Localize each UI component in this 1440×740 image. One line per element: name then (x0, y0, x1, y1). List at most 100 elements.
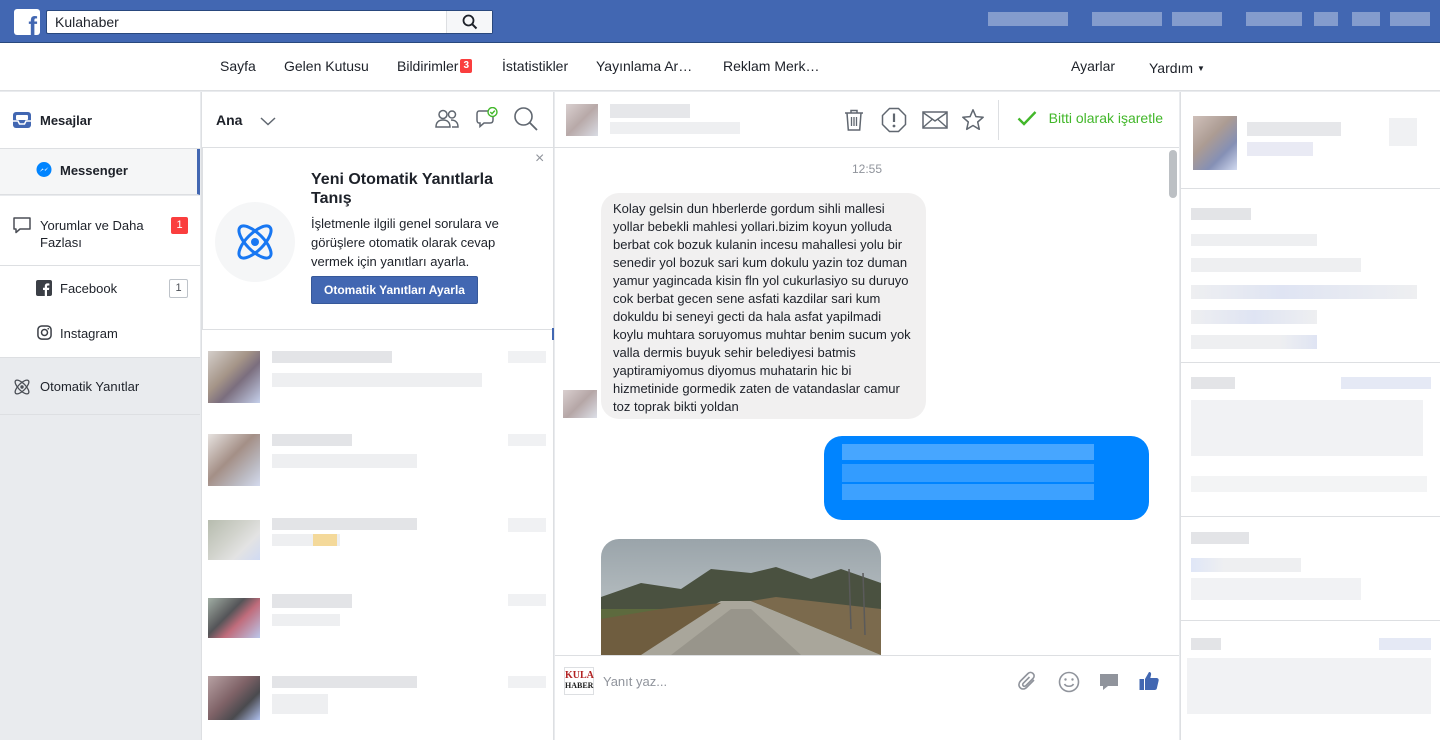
contact-profile-photo[interactable] (1193, 116, 1237, 170)
caret-down-icon: ▼ (1196, 64, 1205, 73)
close-icon[interactable]: × (535, 150, 544, 168)
contact-info-blurred (1247, 142, 1313, 156)
reply-input[interactable]: Yanıt yaz... (603, 674, 667, 689)
mark-done-button[interactable]: Bitti olarak işaretle (1017, 110, 1163, 126)
detail-link-blurred[interactable] (1191, 310, 1317, 324)
sidebar-item-label: Messenger (60, 163, 128, 178)
conversation-row[interactable] (202, 588, 554, 644)
incoming-message-bubble[interactable]: Kolay gelsin dun hberlerde gordum sihli … (601, 193, 926, 419)
outgoing-message-text-blurred (842, 444, 1094, 460)
facebook-logo-icon[interactable]: f (14, 9, 40, 35)
nav-yardim[interactable]: Yardım ▼ (1149, 60, 1205, 76)
panel-action-blurred[interactable] (1389, 118, 1417, 146)
search-input[interactable]: Kulahaber (55, 14, 119, 30)
section-heading-blurred (1191, 532, 1249, 544)
nav-istatistikler[interactable]: İstatistikler (502, 58, 568, 74)
conversation-name-blurred (272, 434, 352, 446)
sidebar-item-messenger[interactable]: Messenger (0, 149, 200, 195)
nav-bildirimler[interactable]: Bildirimler 3 (397, 58, 473, 74)
inbox-sidebar: Mesajlar Messenger Yorumlar ve Daha Fazl… (0, 92, 200, 740)
outgoing-message-text-blurred (842, 464, 1094, 482)
section-link-blurred[interactable] (1379, 638, 1431, 650)
thumbs-up-like-icon[interactable] (1138, 670, 1160, 692)
conversation-time-blurred (508, 434, 546, 446)
nav-reklam-merkezi[interactable]: Reklam Merk… (723, 58, 819, 74)
friend-requests-icon[interactable] (1246, 12, 1302, 26)
sidebar-item-facebook[interactable]: Facebook 1 (0, 266, 200, 311)
contact-avatar[interactable] (566, 104, 598, 136)
envelope-icon[interactable] (922, 111, 948, 129)
contact-name-blurred[interactable] (610, 104, 690, 118)
section-heading-blurred (1191, 638, 1221, 650)
sidebar-item-label: Instagram (60, 326, 118, 341)
outgoing-message-text-blurred (842, 484, 1094, 500)
detail-line-blurred (1191, 335, 1317, 349)
notifications-icon[interactable] (1352, 12, 1380, 26)
section-link-blurred[interactable] (1341, 377, 1431, 389)
home-link-blurred[interactable] (1092, 12, 1162, 26)
header-divider (998, 100, 999, 140)
instagram-icon (37, 325, 52, 340)
nav-ayarlar[interactable]: Ayarlar (1071, 58, 1115, 74)
promo-title: Yeni Otomatik Yanıtlarla Tanış (311, 171, 493, 207)
spam-alert-icon[interactable] (881, 107, 907, 133)
search-box[interactable]: Kulahaber (46, 10, 493, 34)
conversation-row[interactable] (202, 668, 554, 736)
sender-avatar[interactable] (563, 390, 597, 418)
saved-replies-icon[interactable] (1098, 672, 1120, 692)
star-icon[interactable] (961, 108, 985, 132)
conversation-name-blurred (272, 676, 417, 688)
user-menu-blurred[interactable] (988, 12, 1068, 26)
conversation-name-blurred (272, 518, 417, 530)
search-button[interactable] (446, 11, 492, 33)
sidebar-item-mesajlar[interactable]: Mesajlar (0, 92, 200, 149)
conversation-row[interactable] (202, 504, 554, 572)
conversation-row[interactable] (202, 424, 554, 492)
avatar (208, 434, 260, 486)
outgoing-message-bubble[interactable] (824, 436, 1149, 520)
notes-blurred (1191, 400, 1423, 456)
conversation-snippet-blurred (272, 454, 417, 468)
contact-name-blurred (1247, 122, 1341, 136)
page-logo-text: KULA (565, 670, 594, 681)
nav-gelen-kutusu[interactable]: Gelen Kutusu (284, 58, 369, 74)
create-link-blurred[interactable] (1172, 12, 1222, 26)
checkmark-icon (1017, 111, 1037, 126)
sidebar-item-instagram[interactable]: Instagram (0, 311, 200, 358)
nav-bildirimler-label: Bildirimler (397, 58, 459, 74)
conversation-list: Ana × Yeni Otomatik Yanıtlarla Tanış İşl… (201, 92, 555, 740)
search-icon[interactable] (513, 106, 539, 132)
avatar (208, 676, 260, 720)
activity-blurred (1187, 658, 1431, 714)
attachment-paperclip-icon[interactable] (1017, 671, 1039, 693)
setup-auto-replies-button[interactable]: Otomatik Yanıtları Ayarla (311, 276, 478, 304)
panel-divider (1181, 516, 1440, 517)
chat-check-icon[interactable] (475, 107, 499, 129)
sidebar-item-label: Otomatik Yanıtlar (40, 379, 140, 394)
sidebar-item-otomatik-yanitlar[interactable]: Otomatik Yanıtlar (0, 359, 200, 415)
tag-blurred[interactable] (1191, 558, 1301, 572)
trash-icon[interactable] (843, 108, 865, 132)
people-icon[interactable] (434, 108, 460, 130)
conversation-row[interactable] (202, 341, 554, 409)
nav-yayinlama-araclari[interactable]: Yayınlama Ar… (596, 58, 692, 74)
message-timestamp: 12:55 (852, 162, 883, 176)
conversation-time-blurred (508, 518, 546, 532)
list-scroll-indicator[interactable] (552, 328, 554, 340)
attached-road-photo[interactable] (601, 539, 881, 655)
conversation-name-blurred (272, 594, 352, 608)
section-heading-blurred (1191, 208, 1251, 220)
inbox-filter-dropdown[interactable]: Ana (216, 112, 276, 128)
emoji-smiley-icon[interactable] (1058, 671, 1080, 693)
help-icon[interactable] (1390, 12, 1430, 26)
panel-divider (1181, 188, 1440, 189)
sidebar-item-yorumlar[interactable]: Yorumlar ve Daha Fazlası 1 (0, 196, 200, 266)
messages-icon[interactable] (1314, 12, 1338, 26)
detail-link-blurred[interactable] (1191, 285, 1417, 299)
panel-divider (1181, 620, 1440, 621)
auto-reply-promo-card: × Yeni Otomatik Yanıtlarla Tanış İşletme… (202, 148, 554, 330)
inbox-tray-icon (13, 112, 31, 128)
chat-scrollbar[interactable] (1169, 150, 1177, 198)
nav-sayfa[interactable]: Sayfa (220, 58, 256, 74)
tag-blurred (1191, 578, 1361, 600)
